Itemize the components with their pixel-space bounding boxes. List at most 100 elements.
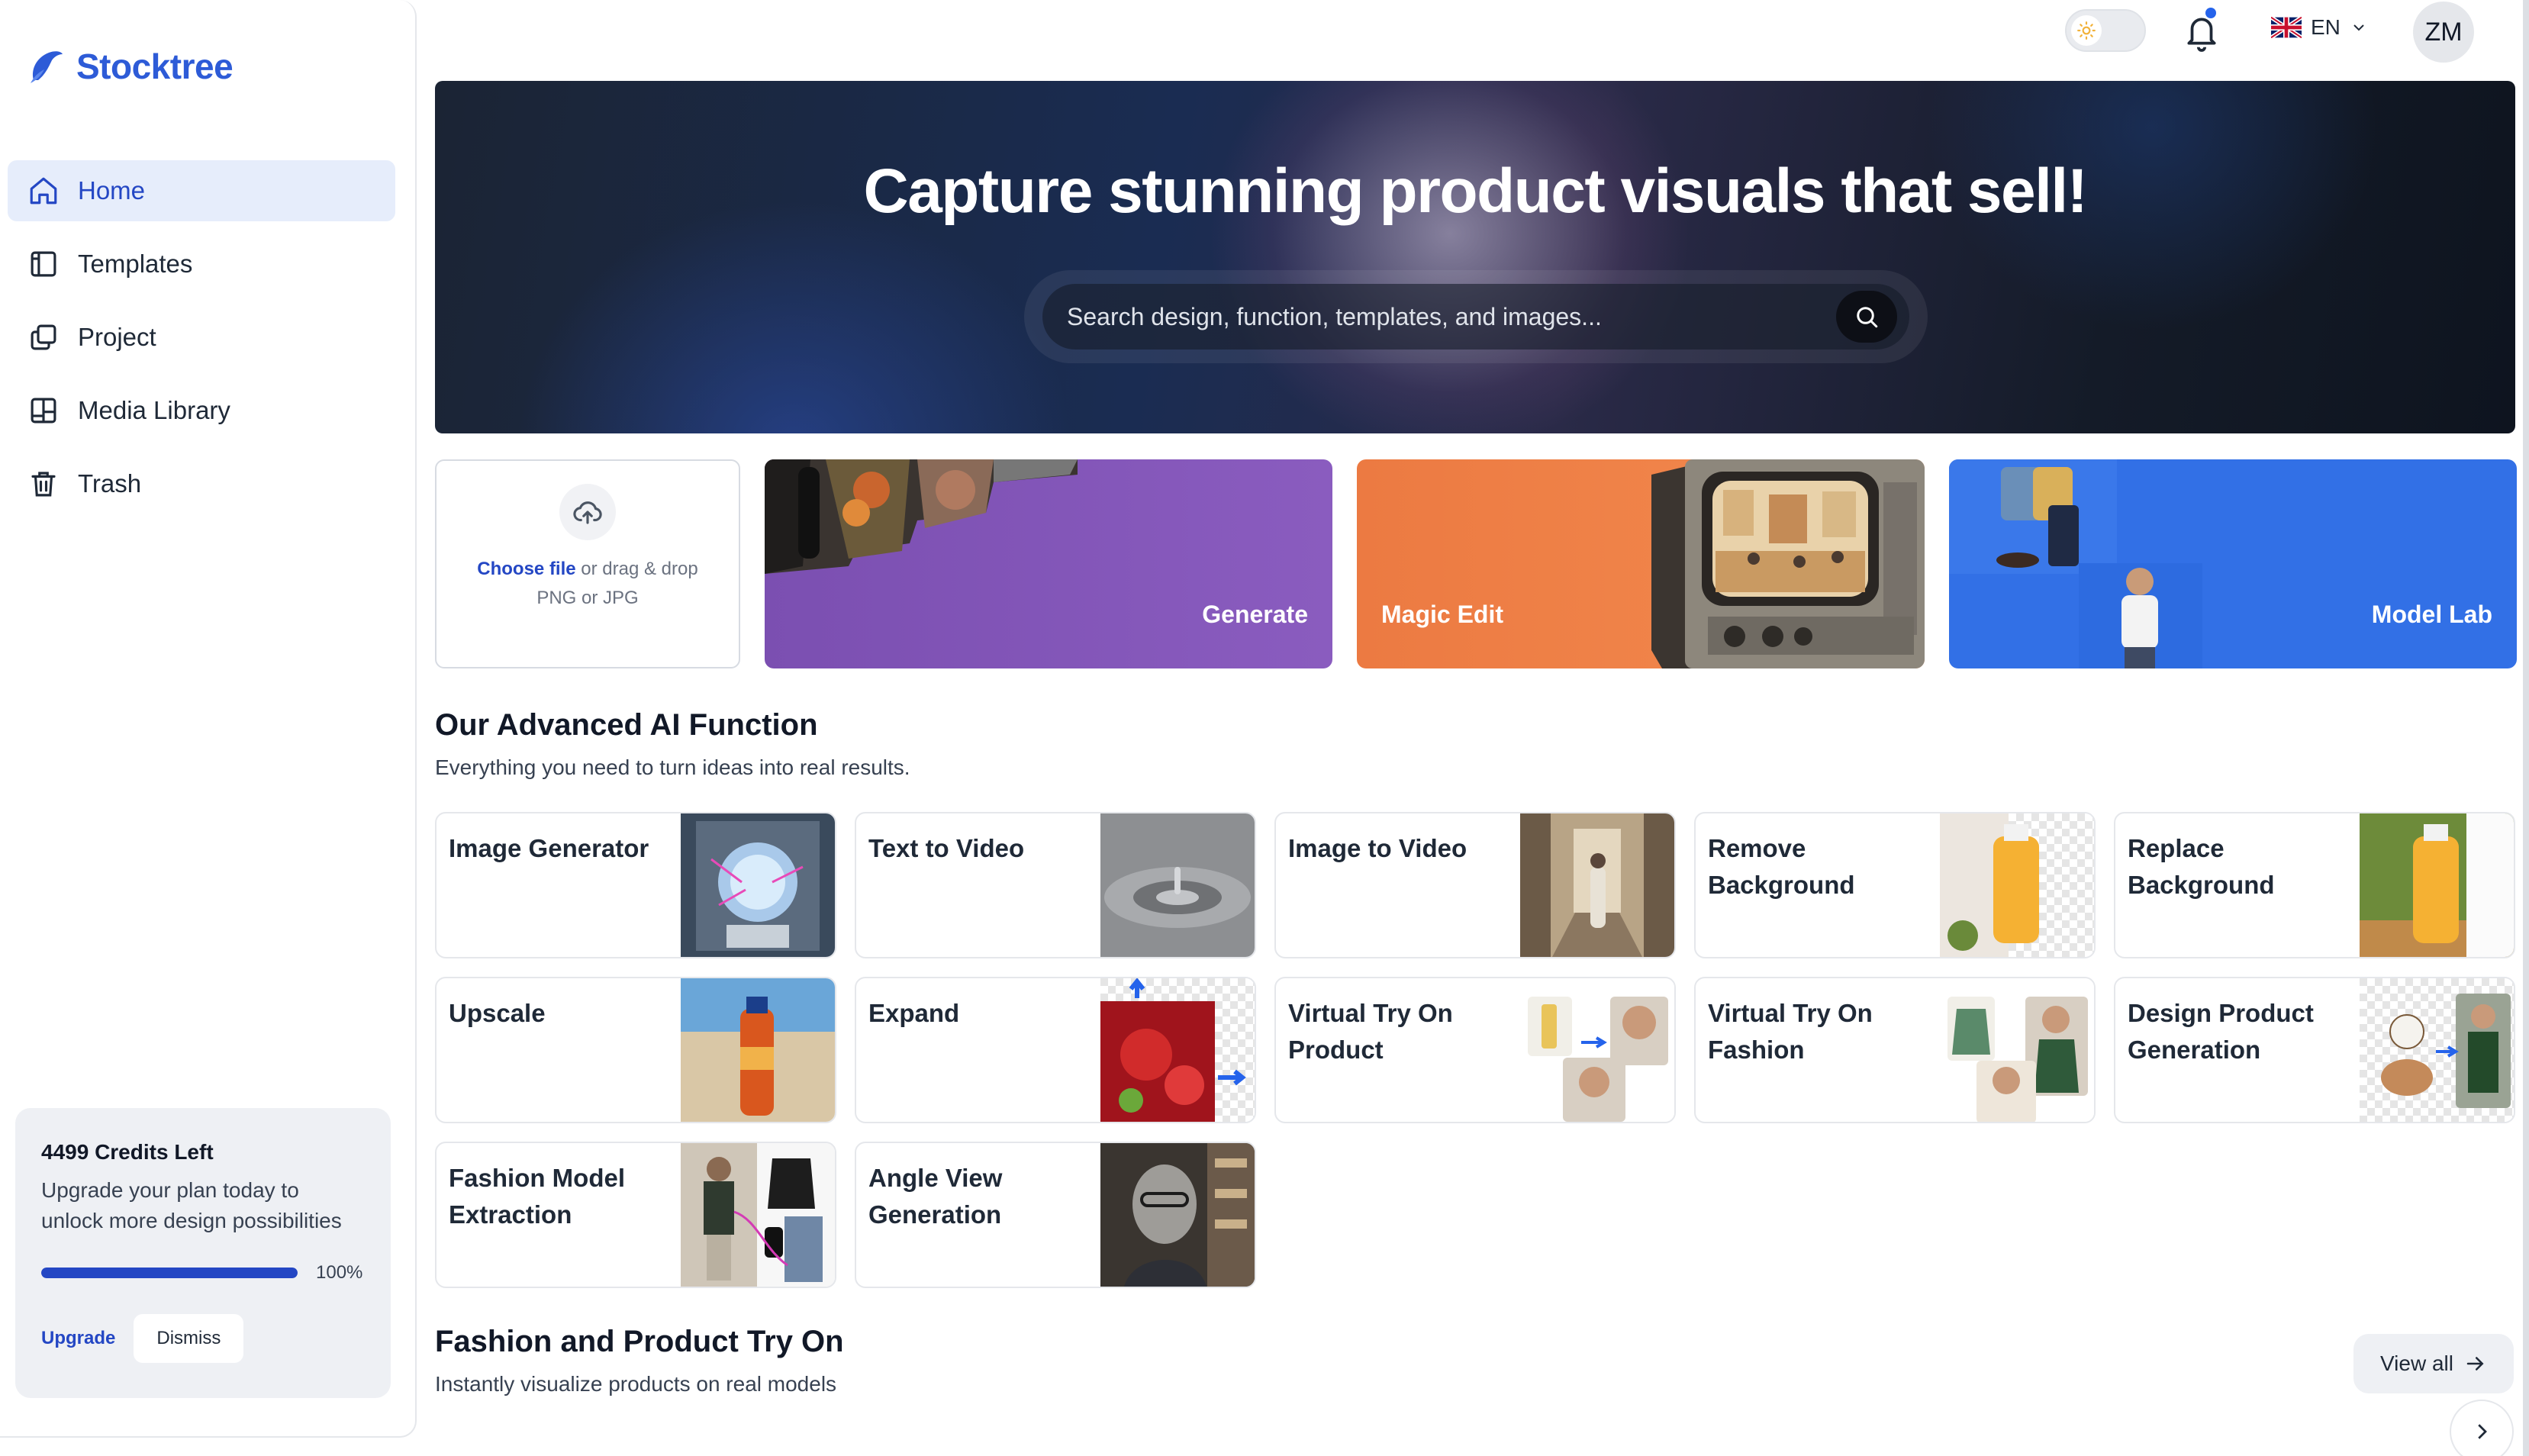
function-card-fashion-model-extraction[interactable]: Fashion Model Extraction xyxy=(435,1142,836,1288)
sidebar-item-media-library[interactable]: Media Library xyxy=(8,380,395,441)
function-card-title: Fashion Model Extraction xyxy=(449,1164,625,1229)
search-icon xyxy=(1857,307,1878,328)
function-card-upscale[interactable]: Upscale xyxy=(435,977,836,1123)
function-card-virtual-try-on-fashion[interactable]: Virtual Try On Fashion xyxy=(1694,977,2096,1123)
view-all-button[interactable]: View all xyxy=(2353,1334,2514,1393)
dismiss-button[interactable]: Dismiss xyxy=(134,1314,244,1363)
upscale-thumbnail xyxy=(681,978,835,1122)
generate-card-label: Generate xyxy=(1202,601,1308,628)
virtual-try-on-fashion-thumbnail xyxy=(1940,978,2094,1122)
templates-icon xyxy=(31,251,56,277)
function-card-remove-background[interactable]: Remove Background xyxy=(1694,812,2096,958)
view-all-label: View all xyxy=(2380,1351,2453,1375)
fashion-model-extraction-thumbnail xyxy=(681,1143,835,1287)
sidebar-item-label: Project xyxy=(78,323,156,351)
sidebar-item-templates[interactable]: Templates xyxy=(8,234,395,295)
function-card-title: Remove Background xyxy=(1708,834,1855,899)
virtual-try-on-product-thumbnail xyxy=(1520,978,1674,1122)
sidebar-item-label: Home xyxy=(78,176,146,205)
generate-collage-image xyxy=(765,459,1078,574)
function-card-expand[interactable]: Expand xyxy=(855,977,1256,1123)
function-card-text-to-video[interactable]: Text to Video xyxy=(855,812,1256,958)
model-lab-card[interactable]: Model Lab xyxy=(1949,459,2517,668)
function-card-virtual-try-on-product[interactable]: Virtual Try On Product xyxy=(1274,977,1676,1123)
theme-toggle[interactable] xyxy=(2065,9,2146,52)
hero-title: Capture stunning product visuals that se… xyxy=(863,156,2088,226)
function-card-angle-view-generation[interactable]: Angle View Generation xyxy=(855,1142,1256,1288)
drag-drop-text: or drag & drop xyxy=(581,559,698,579)
search-button[interactable] xyxy=(1836,291,1897,343)
hero-search-box xyxy=(1042,284,1909,350)
credits-title: 4499 Credits Left xyxy=(41,1140,214,1164)
function-card-title: Image Generator xyxy=(449,834,649,862)
remove-background-thumbnail xyxy=(1940,813,2094,957)
sidebar-item-home[interactable]: Home xyxy=(8,160,395,221)
function-card-title: Text to Video xyxy=(868,834,1025,862)
tryon-section-title: Fashion and Product Try On xyxy=(435,1325,844,1358)
credits-progress-bar xyxy=(41,1268,298,1278)
model-lab-card-label: Model Lab xyxy=(2371,601,2492,628)
function-card-title: Image to Video xyxy=(1288,834,1467,862)
upload-formats: PNG or JPG xyxy=(536,588,639,608)
carousel-next-button[interactable] xyxy=(2450,1400,2514,1456)
search-input[interactable] xyxy=(1067,302,1836,331)
bell-icon[interactable] xyxy=(2183,11,2221,53)
credits-panel: 4499 Credits Left Upgrade your plan toda… xyxy=(15,1108,391,1398)
avatar[interactable]: ZM xyxy=(2413,2,2474,63)
function-card-title: Angle View Generation xyxy=(868,1164,1003,1229)
function-card-design-product-generation[interactable]: Design Product Generation xyxy=(2114,977,2515,1123)
function-card-replace-background[interactable]: Replace Background xyxy=(2114,812,2515,958)
logo[interactable]: Stocktree xyxy=(26,46,234,87)
sidebar-item-trash[interactable]: Trash xyxy=(8,453,395,514)
magic-edit-card[interactable]: Magic Edit xyxy=(1357,459,1925,668)
chevron-right-icon xyxy=(2478,1424,2487,1439)
sun-icon xyxy=(2077,21,2096,40)
expand-thumbnail xyxy=(1100,978,1255,1122)
chevron-down-icon xyxy=(2353,24,2364,31)
image-generator-thumbnail xyxy=(681,813,835,957)
function-card-title: Virtual Try On Product xyxy=(1288,999,1453,1064)
model-lab-collage-image xyxy=(1949,459,2202,668)
function-card-title: Replace Background xyxy=(2128,834,2275,899)
ai-section-title: Our Advanced AI Function xyxy=(435,708,818,742)
upgrade-button[interactable]: Upgrade xyxy=(41,1328,115,1349)
function-card-image-to-video[interactable]: Image to Video xyxy=(1274,812,1676,958)
function-card-title: Upscale xyxy=(449,999,546,1027)
credits-progress-fill xyxy=(41,1268,298,1278)
generate-card[interactable]: Generate xyxy=(765,459,1332,668)
sidebar-item-project[interactable]: Project xyxy=(8,307,395,368)
sidebar-item-label: Trash xyxy=(78,469,142,498)
media-library-icon xyxy=(31,398,56,424)
notification-dot xyxy=(2205,8,2216,18)
hero-search xyxy=(1024,270,1928,363)
upload-dropzone[interactable]: Choose file or drag & drop PNG or JPG xyxy=(435,459,740,668)
app-root: Stocktree Home Templates Project Media L… xyxy=(0,0,2529,1456)
page-scrollbar[interactable] xyxy=(2523,0,2529,1456)
credits-progress-label: 100% xyxy=(316,1262,363,1283)
function-card-title: Expand xyxy=(868,999,960,1027)
function-card-title: Virtual Try On Fashion xyxy=(1708,999,1873,1064)
upload-icon-wrap xyxy=(559,484,616,540)
trash-icon xyxy=(31,472,56,497)
replace-background-thumbnail xyxy=(2360,813,2514,957)
credits-description: Upgrade your plan today to unlock more d… xyxy=(41,1178,342,1232)
sidebar: Stocktree Home Templates Project Media L… xyxy=(0,0,417,1438)
credits-progress-row: 100% xyxy=(41,1262,365,1284)
text-to-video-thumbnail xyxy=(1100,813,1255,957)
tryon-section-subtitle: Instantly visualize products on real mod… xyxy=(435,1372,837,1396)
theme-toggle-knob xyxy=(2071,15,2102,46)
retro-tv-image xyxy=(1651,459,1925,668)
hero-banner: Capture stunning product visuals that se… xyxy=(435,81,2515,433)
stocktree-logo-icon xyxy=(31,51,63,83)
sidebar-item-label: Templates xyxy=(78,250,193,278)
angle-view-generation-thumbnail xyxy=(1100,1143,1255,1287)
sidebar-item-label: Media Library xyxy=(78,396,230,424)
image-to-video-thumbnail xyxy=(1520,813,1674,957)
credits-actions: Upgrade Dismiss xyxy=(41,1314,365,1363)
choose-file-link[interactable]: Choose file xyxy=(477,559,575,579)
function-card-image-generator[interactable]: Image Generator xyxy=(435,812,836,958)
upload-instructions: Choose file or drag & drop xyxy=(437,556,739,583)
design-product-generation-thumbnail xyxy=(2360,978,2514,1122)
language-selector[interactable]: EN xyxy=(2271,15,2368,40)
sidebar-nav: Home Templates Project Media Library Tra… xyxy=(8,160,395,527)
